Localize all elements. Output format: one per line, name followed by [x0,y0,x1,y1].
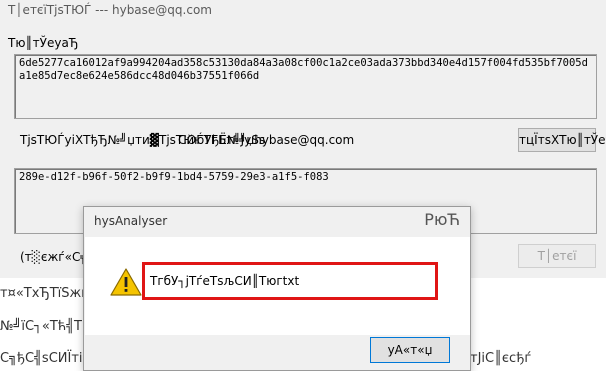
copy-machine-code-button[interactable]: тцЇтѕХТю║тЎеуаЂ [518,128,606,152]
machine-code-label: Тю║тЎеуаЂ [8,36,79,50]
doc-line-3-tail: тЈіС║єсђѓ [470,351,532,366]
author-label: СйюУђЁ№╝џhybase@qq.com [178,133,355,147]
machine-code-field[interactable]: 6de5277ca16012af9a994204ad358c53130da84a… [14,54,597,119]
message-dialog: hysAnalyser РюЋ ТгбУ┐јТѓеТѕљСИ║Тюгtxt уА… [83,206,471,371]
ok-button[interactable]: уА«т«џ [370,337,450,363]
dialog-message: ТгбУ┐јТѓеТѕљСИ║Тюгtxt [150,274,300,288]
dialog-title: hysAnalyser [94,214,168,228]
close-icon[interactable]: РюЋ [424,210,460,229]
window-title: Т│етєїТјѕТЮЃ --- hybase@qq.com [8,3,212,17]
warning-icon [110,268,142,296]
register-button[interactable]: Т│етєї [518,244,596,268]
